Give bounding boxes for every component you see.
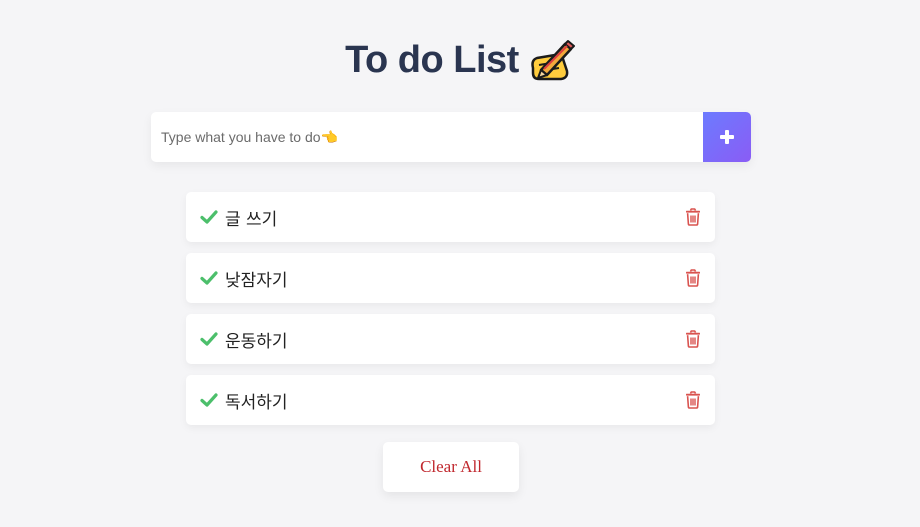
todo-text: 운동하기 (225, 331, 288, 352)
header: To do List (0, 30, 920, 90)
todo-list: 글 쓰기 낮잠자기 운동하기 독서하기 (186, 192, 715, 436)
trash-icon[interactable] (685, 391, 701, 409)
clear-all-button[interactable]: Clear All (383, 442, 519, 492)
todo-item: 낮잠자기 (186, 253, 715, 303)
check-icon[interactable] (200, 209, 218, 225)
page-title: To do List (345, 38, 519, 81)
todo-text: 글 쓰기 (225, 209, 278, 230)
todo-app: To do List Type what you have to do👈 글 쓰… (0, 0, 920, 527)
todo-text: 독서하기 (225, 392, 288, 413)
todo-input[interactable] (151, 112, 703, 162)
check-icon[interactable] (200, 270, 218, 286)
todo-item: 글 쓰기 (186, 192, 715, 242)
todo-input-bar (151, 112, 751, 162)
todo-item: 운동하기 (186, 314, 715, 364)
trash-icon[interactable] (685, 330, 701, 348)
todo-text: 낮잠자기 (225, 270, 288, 291)
check-icon[interactable] (200, 331, 218, 347)
plus-icon (719, 129, 735, 145)
check-icon[interactable] (200, 392, 218, 408)
todo-item: 독서하기 (186, 375, 715, 425)
trash-icon[interactable] (685, 208, 701, 226)
writing-hand-icon (527, 38, 575, 82)
add-button[interactable] (703, 112, 751, 162)
trash-icon[interactable] (685, 269, 701, 287)
